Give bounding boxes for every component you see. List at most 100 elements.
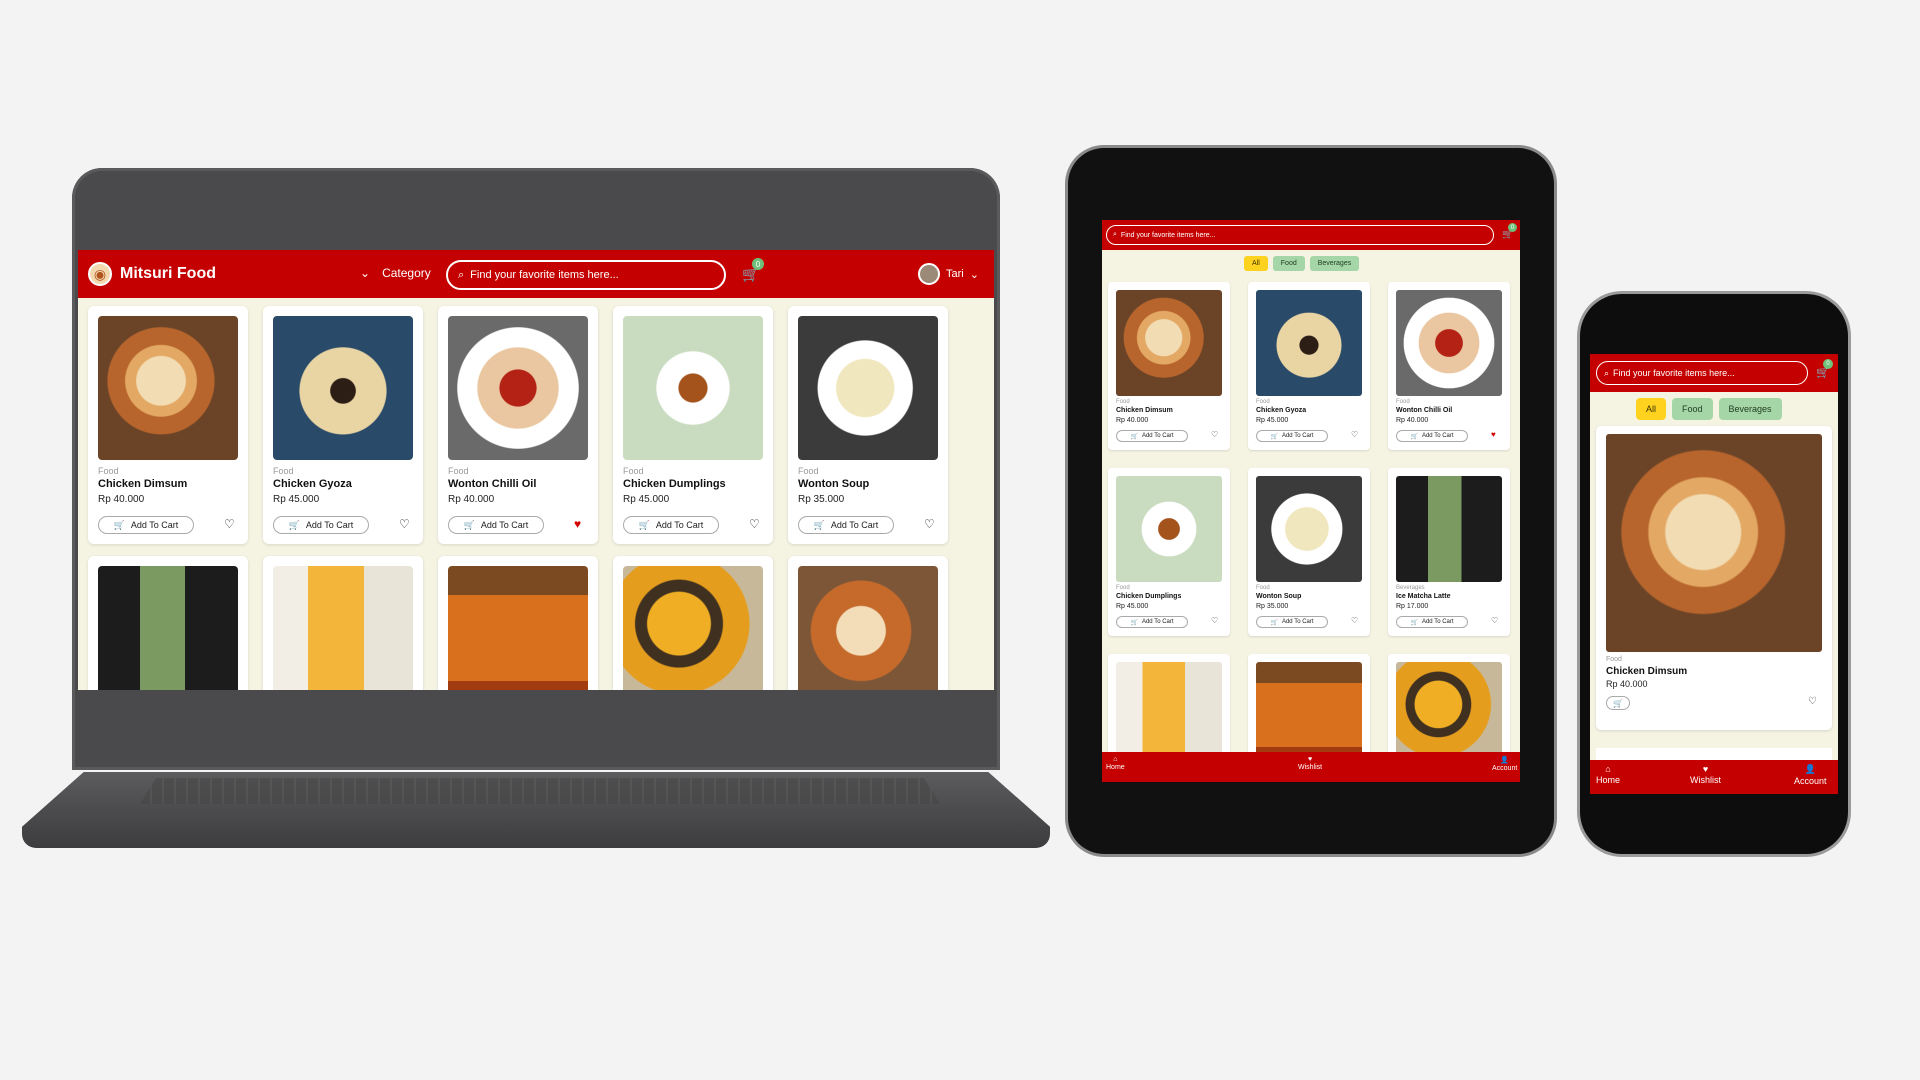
product-category: Food <box>98 466 119 476</box>
food-photo <box>1116 476 1222 582</box>
wishlist-heart-icon[interactable]: ♡ <box>1211 616 1218 625</box>
nav-label: Wishlist <box>1298 764 1323 771</box>
food-photo <box>798 566 938 690</box>
wishlist-heart-icon[interactable]: ♡ <box>1491 616 1498 625</box>
search-input[interactable]: ⌕ Find your favorite items here... <box>446 260 726 290</box>
add-to-cart-button[interactable]: 🛒 Add To Cart <box>1396 430 1468 442</box>
add-to-cart-button[interactable]: 🛒 Add To Cart <box>1256 616 1328 628</box>
product-card[interactable] <box>263 556 423 690</box>
wishlist-heart-icon[interactable]: ♡ <box>1808 696 1817 707</box>
account-icon: 👤 <box>1500 757 1509 764</box>
product-image <box>1256 290 1362 396</box>
wishlist-heart-icon[interactable]: ♡ <box>224 517 235 531</box>
user-menu[interactable]: Tari ⌄ <box>918 263 979 285</box>
nav-home[interactable]: ⌂ Home <box>1596 764 1620 785</box>
tablet-cart-button[interactable]: 🛒 0 <box>1502 223 1517 240</box>
add-to-cart-button[interactable]: 🛒 Add To Cart <box>1256 430 1328 442</box>
add-to-cart-button[interactable]: 🛒 Add To Cart <box>623 516 719 534</box>
product-card[interactable] <box>88 556 248 690</box>
add-to-cart-button[interactable]: 🛒 Add To Cart <box>1116 430 1188 442</box>
product-image <box>1396 476 1502 582</box>
product-card[interactable] <box>788 556 948 690</box>
brand-name[interactable]: Mitsuri Food <box>120 265 216 283</box>
wishlist-heart-icon[interactable]: ♡ <box>1351 430 1358 439</box>
product-card[interactable]: Food Wonton Chilli Oil Rp 40.000 🛒 Add To… <box>1388 282 1510 450</box>
product-card[interactable]: Food Wonton Soup Rp 35.000 🛒 Add To Cart … <box>788 306 948 544</box>
product-card[interactable]: Food Chicken Dimsum Rp 40.000 🛒 ♡ <box>1596 426 1832 730</box>
product-image <box>273 566 413 690</box>
add-to-cart-button[interactable]: 🛒 Add To Cart <box>448 516 544 534</box>
add-to-cart-button[interactable]: 🛒 Add To Cart <box>1396 616 1468 628</box>
food-photo <box>1116 290 1222 396</box>
product-category: Food <box>273 466 294 476</box>
cart-button[interactable]: 🛒 0 <box>742 258 764 283</box>
tablet-search-input[interactable]: ⌕ Find your favorite items here... <box>1106 225 1494 245</box>
product-image <box>448 566 588 690</box>
product-card[interactable]: Food Chicken Dumplings Rp 45.000 🛒 Add To… <box>1108 468 1230 636</box>
add-to-cart-button[interactable]: 🛒 <box>1606 696 1630 710</box>
food-photo <box>1256 476 1362 582</box>
product-image <box>98 566 238 690</box>
product-card[interactable]: Food Wonton Chilli Oil Rp 40.000 🛒 Add To… <box>438 306 598 544</box>
product-card[interactable]: Beverages Ice Matcha Latte Rp 17.000 🛒 Ad… <box>1388 468 1510 636</box>
filter-chip-food[interactable]: Food <box>1672 398 1713 420</box>
cart-icon: 🛒 <box>1410 433 1418 440</box>
cart-icon: 🛒 <box>1130 433 1138 440</box>
cart-icon: 🛒 <box>1410 619 1418 626</box>
product-price: Rp 35.000 <box>798 494 845 505</box>
filter-chip-all[interactable]: All <box>1244 256 1268 271</box>
filter-chip-all[interactable]: All <box>1636 398 1667 420</box>
cart-icon: 🛒 <box>113 519 125 530</box>
heart-icon: ♥ <box>1307 756 1313 763</box>
cart-icon: 🛒 <box>288 519 300 530</box>
add-to-cart-label: Add To Cart <box>1421 433 1454 439</box>
wishlist-heart-icon[interactable]: ♡ <box>1211 430 1218 439</box>
add-to-cart-button[interactable]: 🛒 Add To Cart <box>273 516 369 534</box>
product-card[interactable]: Food Chicken Dimsum Rp 40.000 🛒 Add To Ca… <box>1108 282 1230 450</box>
wishlist-heart-icon[interactable]: ♡ <box>924 517 935 531</box>
product-name: Wonton Soup <box>798 478 870 490</box>
wishlist-heart-icon[interactable]: ♡ <box>749 517 760 531</box>
wishlist-heart-icon[interactable]: ♥ <box>574 517 581 531</box>
phone-bottom-nav: ⌂ Home ♥ Wishlist 👤 Account <box>1590 760 1838 794</box>
wishlist-heart-icon[interactable]: ♥ <box>1491 430 1496 439</box>
nav-label: Wishlist <box>1690 775 1721 785</box>
nav-account[interactable]: 👤 Account <box>1492 756 1517 772</box>
cart-icon: 🛒 <box>813 519 825 530</box>
product-card[interactable]: Food Chicken Dumplings Rp 45.000 🛒 Add To… <box>613 306 773 544</box>
nav-account[interactable]: 👤 Account <box>1794 764 1827 786</box>
product-card[interactable]: Food Wonton Soup Rp 35.000 🛒 Add To Cart … <box>1248 468 1370 636</box>
product-card[interactable]: Food Chicken Gyoza Rp 45.000 🛒 Add To Car… <box>263 306 423 544</box>
category-dropdown[interactable]: ⌄ Category <box>360 266 431 280</box>
phone-search-input[interactable]: ⌕ Find your favorite items here... <box>1596 361 1808 385</box>
nav-wishlist[interactable]: ♥ Wishlist <box>1298 756 1322 771</box>
food-photo <box>273 316 413 460</box>
product-card[interactable]: Food Chicken Dimsum Rp 40.000 🛒 Add To Ca… <box>88 306 248 544</box>
product-category: Food <box>623 466 644 476</box>
add-to-cart-button[interactable]: 🛒 Add To Cart <box>1116 616 1188 628</box>
product-name: Chicken Dimsum <box>1606 666 1688 677</box>
add-to-cart-button[interactable]: 🛒 Add To Cart <box>98 516 194 534</box>
cart-icon: 🛒 <box>638 519 650 530</box>
cart-icon: 🛒 <box>463 519 475 530</box>
nav-home[interactable]: ⌂ Home <box>1106 756 1125 771</box>
cart-count-badge: 0 <box>1508 223 1517 232</box>
wishlist-heart-icon[interactable]: ♡ <box>1351 616 1358 625</box>
product-card[interactable] <box>613 556 773 690</box>
product-price: Rp 40.000 <box>1606 679 1648 689</box>
search-placeholder: Find your favorite items here... <box>1120 231 1216 239</box>
product-name: Chicken Dimsum <box>1116 407 1173 414</box>
filter-chip-beverages[interactable]: Beverages <box>1309 256 1360 271</box>
product-price: Rp 40.000 <box>1116 417 1149 424</box>
filter-chip-beverages[interactable]: Beverages <box>1718 398 1782 420</box>
nav-wishlist[interactable]: ♥ Wishlist <box>1690 764 1721 785</box>
food-photo <box>448 566 588 690</box>
product-card[interactable] <box>438 556 598 690</box>
filter-chip-food[interactable]: Food <box>1272 256 1305 271</box>
phone-cart-button[interactable]: 🛒 0 <box>1816 359 1833 379</box>
add-to-cart-button[interactable]: 🛒 Add To Cart <box>798 516 894 534</box>
wishlist-heart-icon[interactable]: ♡ <box>399 517 410 531</box>
product-image <box>1606 434 1822 652</box>
product-card[interactable]: Food Chicken Gyoza Rp 45.000 🛒 Add To Car… <box>1248 282 1370 450</box>
phone-filter-chips: All Food Beverages <box>1636 398 1782 420</box>
